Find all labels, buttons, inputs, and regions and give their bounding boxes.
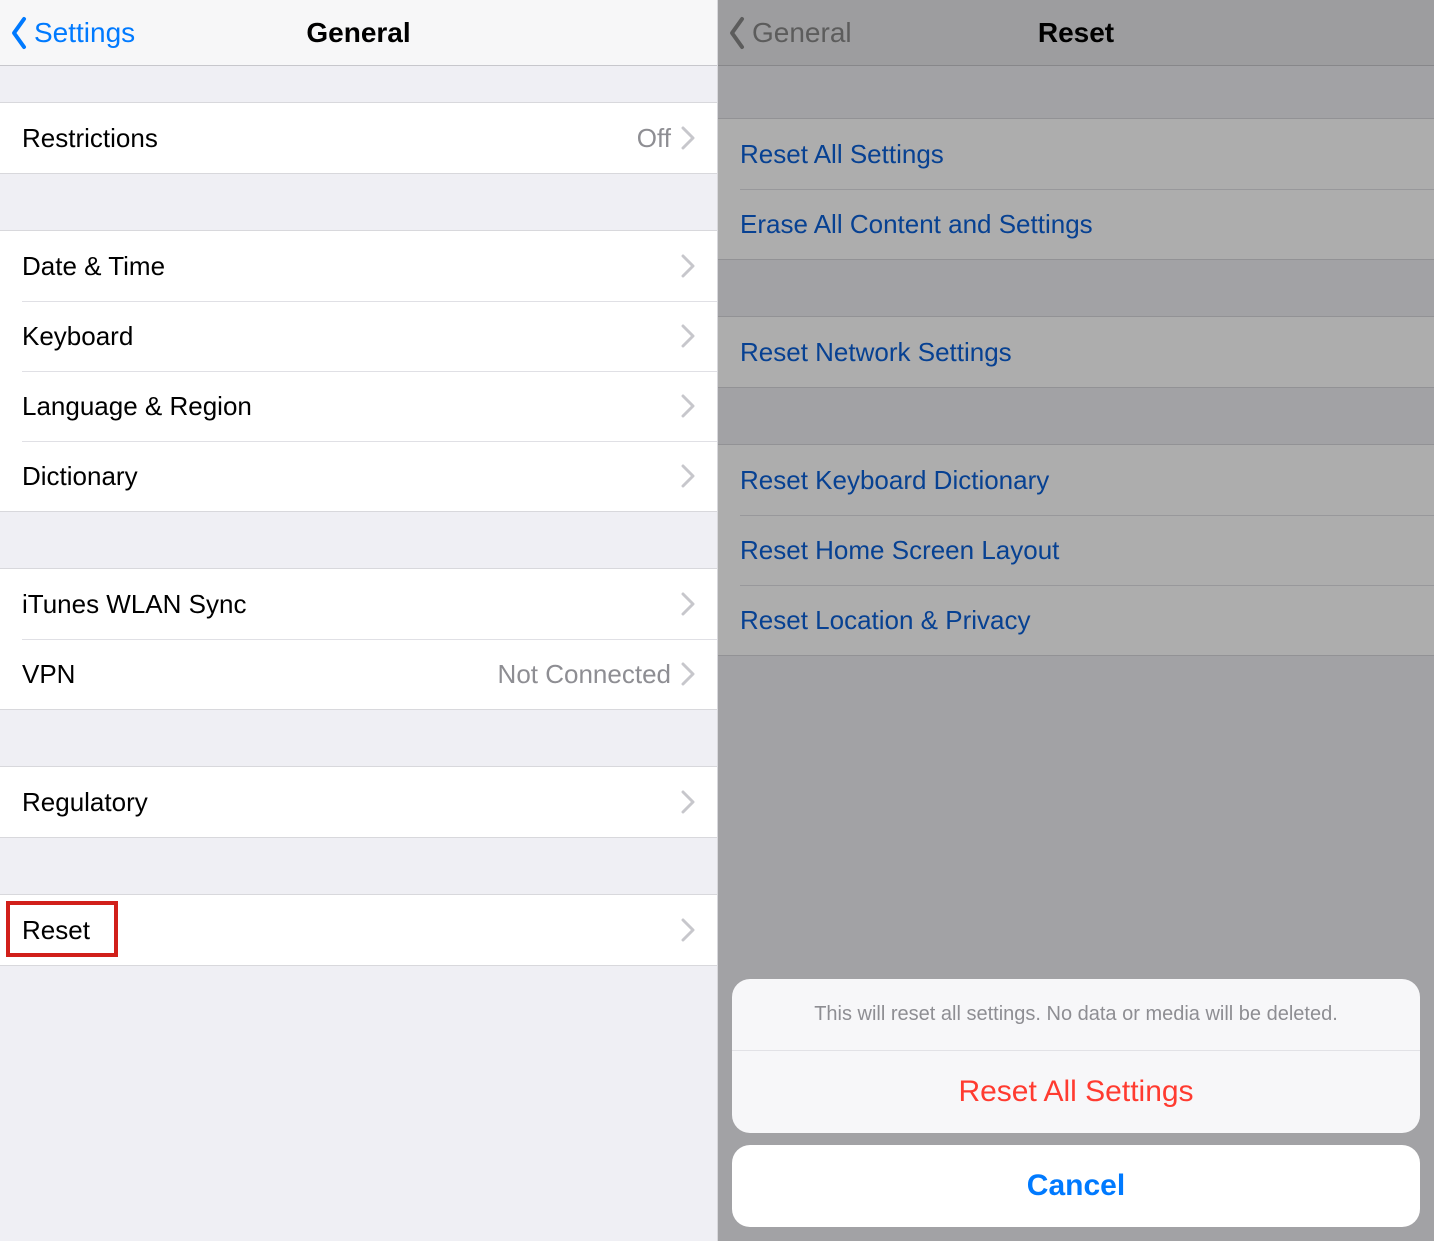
section-gap: [718, 388, 1434, 444]
row-value: Off: [637, 123, 671, 154]
row-label: Reset: [22, 915, 681, 946]
section-gap: [0, 710, 717, 766]
row-label: Language & Region: [22, 391, 681, 422]
chevron-left-icon: [10, 16, 30, 50]
section-gap: [0, 66, 717, 102]
row-label: Reset Location & Privacy: [740, 605, 1412, 636]
chevron-right-icon: [681, 126, 695, 150]
section-gap: [0, 174, 717, 230]
action-sheet-message: This will reset all settings. No data or…: [732, 979, 1420, 1051]
row-keyboard[interactable]: Keyboard: [0, 301, 717, 371]
row-label: Date & Time: [22, 251, 681, 282]
chevron-right-icon: [681, 324, 695, 348]
settings-group: Regulatory: [0, 766, 717, 838]
chevron-left-icon: [728, 16, 748, 50]
row-label: iTunes WLAN Sync: [22, 589, 681, 620]
row-reset-home-screen-layout[interactable]: Reset Home Screen Layout: [718, 515, 1434, 585]
row-label: Reset Home Screen Layout: [740, 535, 1412, 566]
chevron-right-icon: [681, 464, 695, 488]
settings-group: Restrictions Off: [0, 102, 717, 174]
navbar-reset: General Reset: [718, 0, 1434, 66]
row-erase-all-content-settings[interactable]: Erase All Content and Settings: [718, 189, 1434, 259]
action-sheet-cancel-button[interactable]: Cancel: [732, 1145, 1420, 1227]
general-settings-panel: Settings General Restrictions Off Date &…: [0, 0, 717, 1241]
row-label: Reset Keyboard Dictionary: [740, 465, 1412, 496]
chevron-right-icon: [681, 592, 695, 616]
action-sheet-top: This will reset all settings. No data or…: [732, 979, 1420, 1133]
back-label: General: [752, 17, 852, 49]
row-restrictions[interactable]: Restrictions Off: [0, 103, 717, 173]
row-label: Keyboard: [22, 321, 681, 352]
reset-panel: General Reset Reset All Settings Erase A…: [717, 0, 1434, 1241]
chevron-right-icon: [681, 394, 695, 418]
reset-group: Reset All Settings Erase All Content and…: [718, 118, 1434, 260]
action-sheet: This will reset all settings. No data or…: [732, 979, 1420, 1227]
row-label: Reset All Settings: [740, 139, 1412, 170]
chevron-right-icon: [681, 790, 695, 814]
section-gap: [0, 512, 717, 568]
row-value: Not Connected: [498, 659, 671, 690]
row-vpn[interactable]: VPN Not Connected: [0, 639, 717, 709]
row-regulatory[interactable]: Regulatory: [0, 767, 717, 837]
row-reset-network-settings[interactable]: Reset Network Settings: [718, 317, 1434, 387]
row-reset-all-settings[interactable]: Reset All Settings: [718, 119, 1434, 189]
row-language-region[interactable]: Language & Region: [0, 371, 717, 441]
row-date-time[interactable]: Date & Time: [0, 231, 717, 301]
row-label: Restrictions: [22, 123, 637, 154]
row-dictionary[interactable]: Dictionary: [0, 441, 717, 511]
row-label: VPN: [22, 659, 498, 690]
section-gap: [718, 260, 1434, 316]
back-label: Settings: [34, 17, 135, 49]
row-label: Dictionary: [22, 461, 681, 492]
section-gap: [0, 838, 717, 894]
back-to-settings-button[interactable]: Settings: [0, 16, 135, 50]
settings-group: Reset: [0, 894, 717, 966]
section-gap: [718, 66, 1434, 118]
row-label: Erase All Content and Settings: [740, 209, 1412, 240]
chevron-right-icon: [681, 662, 695, 686]
settings-group: iTunes WLAN Sync VPN Not Connected: [0, 568, 717, 710]
reset-group: Reset Keyboard Dictionary Reset Home Scr…: [718, 444, 1434, 656]
navbar-general: Settings General: [0, 0, 717, 66]
row-reset[interactable]: Reset: [0, 895, 717, 965]
row-reset-keyboard-dictionary[interactable]: Reset Keyboard Dictionary: [718, 445, 1434, 515]
row-reset-location-privacy[interactable]: Reset Location & Privacy: [718, 585, 1434, 655]
action-sheet-cancel-group: Cancel: [732, 1145, 1420, 1227]
chevron-right-icon: [681, 254, 695, 278]
action-sheet-reset-button[interactable]: Reset All Settings: [732, 1051, 1420, 1133]
row-label: Reset Network Settings: [740, 337, 1412, 368]
row-itunes-wlan-sync[interactable]: iTunes WLAN Sync: [0, 569, 717, 639]
back-to-general-button[interactable]: General: [718, 16, 852, 50]
settings-group: Date & Time Keyboard Language & Region D…: [0, 230, 717, 512]
chevron-right-icon: [681, 918, 695, 942]
row-label: Regulatory: [22, 787, 681, 818]
reset-group: Reset Network Settings: [718, 316, 1434, 388]
